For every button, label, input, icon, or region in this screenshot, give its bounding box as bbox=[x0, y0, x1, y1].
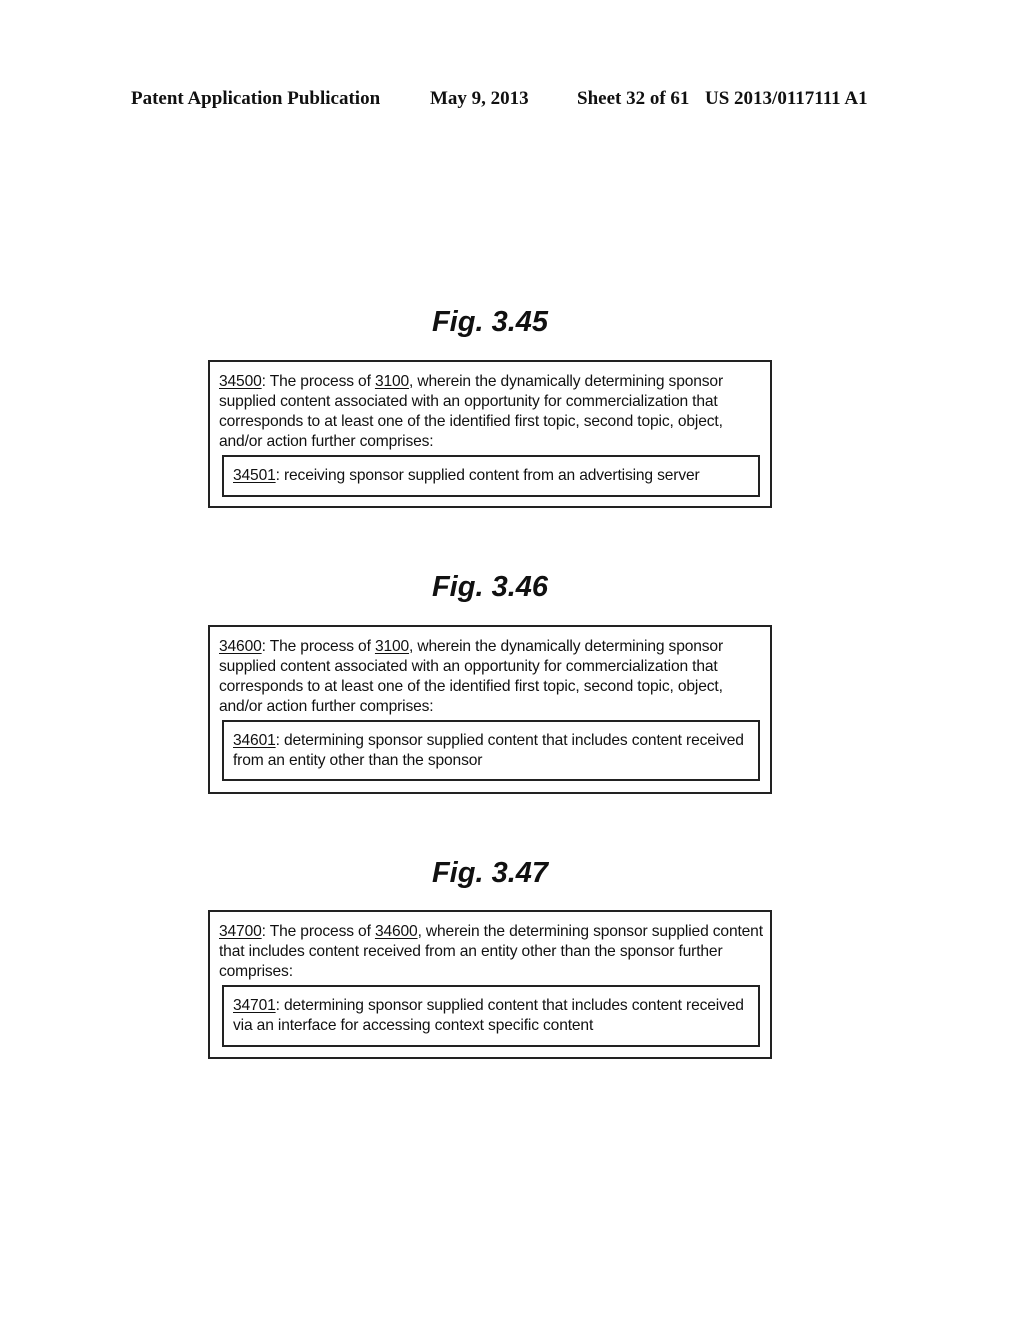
reference-number: 34501 bbox=[233, 467, 276, 484]
figure-title-3-47: Fig. 3.47 bbox=[0, 857, 1024, 890]
parent-reference: 3100 bbox=[374, 638, 410, 655]
parent-reference: 34600 bbox=[374, 923, 418, 940]
reference-number: 34700 bbox=[219, 923, 262, 940]
process-prefix: : The process of bbox=[261, 638, 375, 655]
parent-reference: 3100 bbox=[374, 373, 410, 390]
figure-title-3-46: Fig. 3.46 bbox=[0, 571, 1024, 604]
figure-title-text: Fig. 3.46 bbox=[431, 571, 549, 603]
process-description: 34500: The process of 3100, wherein the … bbox=[219, 372, 764, 452]
process-box-34600: 34600: The process of 3100, wherein the … bbox=[208, 625, 772, 794]
process-box-34500: 34500: The process of 3100, wherein the … bbox=[208, 360, 772, 508]
publication-date: May 9, 2013 bbox=[430, 88, 529, 109]
page-header: Patent Application Publication May 9, 20… bbox=[0, 88, 1024, 118]
figure-title-text: Fig. 3.45 bbox=[431, 306, 549, 338]
process-prefix: : The process of bbox=[261, 923, 375, 940]
reference-number: 34701 bbox=[233, 997, 276, 1014]
figure-title-text: Fig. 3.47 bbox=[431, 857, 549, 889]
step-body: : determining sponsor supplied content t… bbox=[233, 997, 744, 1034]
reference-number: 34500 bbox=[219, 373, 262, 390]
step-description: 34601: determining sponsor supplied cont… bbox=[233, 731, 748, 771]
sheet-number: Sheet 32 of 61 bbox=[577, 88, 690, 109]
reference-number: 34600 bbox=[219, 638, 262, 655]
process-box-34700: 34700: The process of 34600, wherein the… bbox=[208, 910, 772, 1059]
publication-label: Patent Application Publication bbox=[131, 88, 381, 109]
step-description: 34701: determining sponsor supplied cont… bbox=[233, 996, 748, 1036]
patent-number: US 2013/0117111 A1 bbox=[705, 88, 868, 109]
step-body: : determining sponsor supplied content t… bbox=[233, 732, 744, 769]
step-body: : receiving sponsor supplied content fro… bbox=[275, 467, 700, 484]
figure-title-3-45: Fig. 3.45 bbox=[0, 306, 1024, 339]
process-description: 34700: The process of 34600, wherein the… bbox=[219, 922, 764, 982]
step-box-34701: 34701: determining sponsor supplied cont… bbox=[222, 985, 760, 1047]
reference-number: 34601 bbox=[233, 732, 276, 749]
step-description: 34501: receiving sponsor supplied conten… bbox=[233, 466, 748, 486]
step-box-34501: 34501: receiving sponsor supplied conten… bbox=[222, 455, 760, 497]
process-prefix: : The process of bbox=[261, 373, 375, 390]
process-description: 34600: The process of 3100, wherein the … bbox=[219, 637, 764, 717]
step-box-34601: 34601: determining sponsor supplied cont… bbox=[222, 720, 760, 781]
